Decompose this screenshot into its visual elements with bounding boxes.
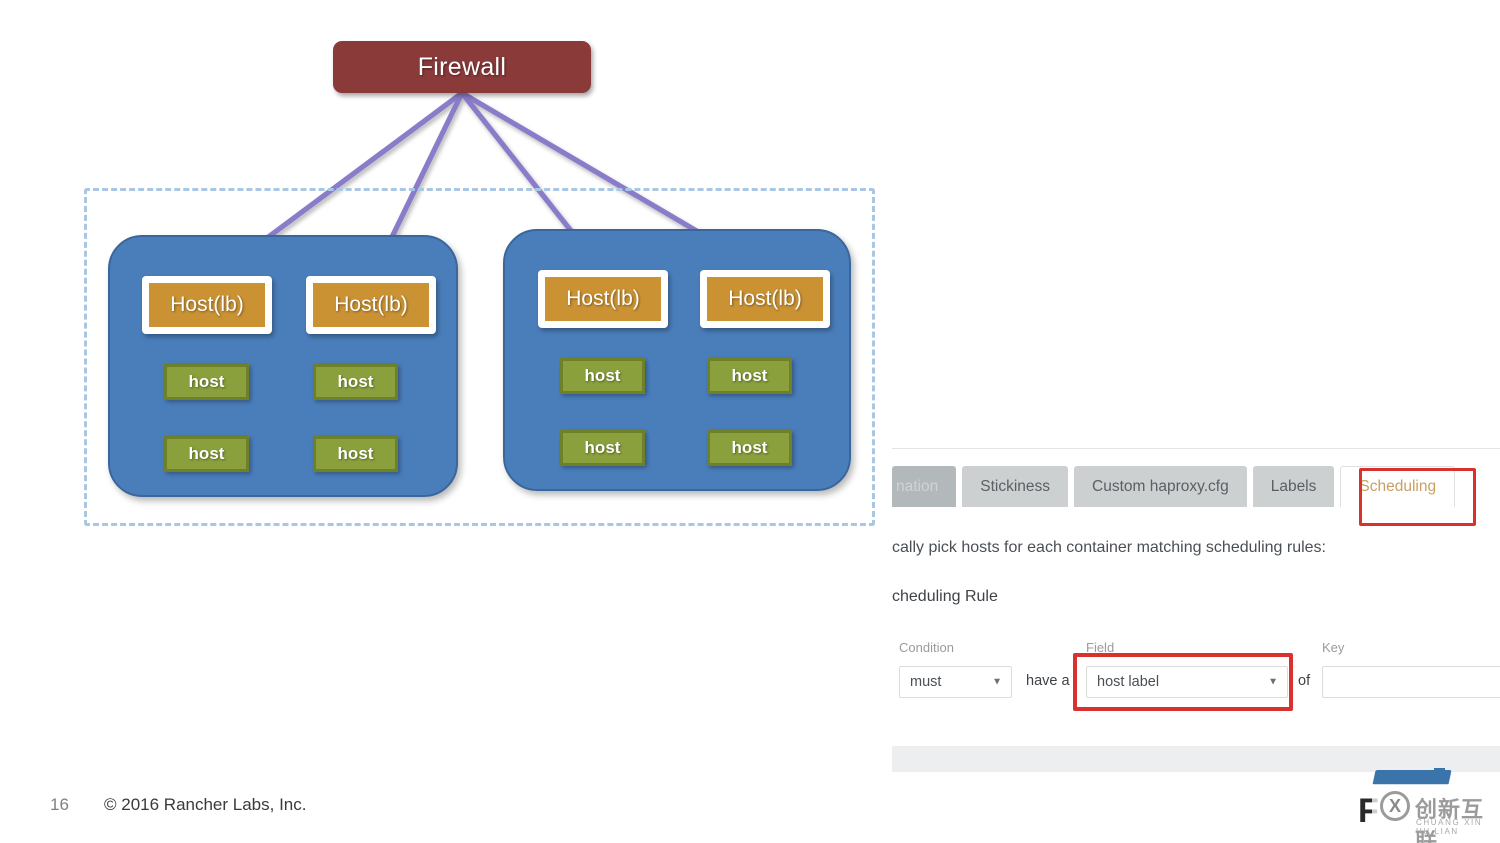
left-cluster [108,235,458,497]
field-select[interactable]: host label ▼ [1086,666,1288,698]
of-text: of [1298,673,1311,689]
tab-scheduling[interactable]: Scheduling [1340,466,1456,507]
condition-select-value: must [910,674,942,690]
condition-select[interactable]: must ▼ [899,666,1012,698]
panel-subtitle: cheduling Rule [892,588,998,605]
rancher-scheduling-panel: nation Stickiness Custom haproxy.cfg Lab… [892,448,1500,795]
left-cluster-host-4: host [313,436,398,472]
architecture-diagram: Firewall Host(lb) Host(lb) host host hos… [0,0,900,560]
lb-inner: Host(lb) [545,277,661,321]
tab-bar: nation Stickiness Custom haproxy.cfg Lab… [892,466,1456,507]
copyright-text: © 2016 Rancher Labs, Inc. [104,795,307,814]
left-cluster-host-3: host [164,436,249,472]
right-cluster-lb-1: Host(lb) [538,270,668,328]
host-label: host [337,372,374,391]
condition-label: Condition [899,640,954,655]
field-label: Field [1086,640,1115,655]
tab-stickiness[interactable]: Stickiness [962,466,1069,507]
left-cluster-lb-2: Host(lb) [306,276,436,334]
lb-label: Host(lb) [334,293,408,316]
slide-footer: 16 © 2016 Rancher Labs, Inc. [0,795,900,835]
host-label: host [337,444,374,463]
right-cluster-host-2: host [707,358,792,394]
field-select-value: host label [1097,674,1160,690]
tab-label: Labels [1270,477,1317,495]
watermark-blue-bar-tail [1434,768,1445,783]
lb-inner: Host(lb) [149,283,265,327]
watermark: F X 创新互联 CHUANG XIN HU LIAN [1358,768,1500,843]
tab-information[interactable]: nation [892,466,957,507]
host-label: host [584,438,621,457]
tab-label: Custom haproxy.cfg [1092,477,1229,495]
tab-custom-haproxy-cfg[interactable]: Custom haproxy.cfg [1074,466,1247,507]
key-label: Key [1322,640,1345,655]
right-cluster-host-3: host [560,430,645,466]
tab-label: Scheduling [1359,478,1437,495]
chevron-down-icon: ▼ [1268,676,1278,688]
slide-page-number: 16 [50,795,69,814]
have-a-text: have a [1026,673,1070,689]
left-cluster-host-2: host [313,364,398,400]
watermark-logo-icon: X [1380,791,1410,821]
lb-label: Host(lb) [566,287,640,310]
lb-inner: Host(lb) [313,283,429,327]
left-cluster-host-1: host [164,364,249,400]
host-label: host [188,372,225,391]
slide-canvas: Firewall Host(lb) Host(lb) host host hos… [0,0,1500,843]
lb-label: Host(lb) [728,287,802,310]
tab-labels[interactable]: Labels [1252,466,1335,507]
left-cluster-lb-1: Host(lb) [142,276,272,334]
host-label: host [188,444,225,463]
firewall-label: Firewall [417,52,507,81]
tab-label: nation [896,477,939,495]
watermark-pinyin-text: CHUANG XIN HU LIAN [1416,818,1483,836]
host-label: host [584,366,621,385]
tab-label: Stickiness [980,477,1051,495]
right-cluster-lb-2: Host(lb) [700,270,830,328]
right-cluster-host-4: host [707,430,792,466]
firewall-node: Firewall [333,41,591,93]
right-cluster [503,229,851,491]
right-cluster-host-1: host [560,358,645,394]
key-input[interactable] [1322,666,1500,698]
panel-description: cally pick hosts for each container matc… [892,539,1326,556]
host-label: host [731,366,768,385]
host-label: host [731,438,768,457]
lb-inner: Host(lb) [707,277,823,321]
lb-label: Host(lb) [170,293,244,316]
chevron-down-icon: ▼ [992,676,1002,688]
